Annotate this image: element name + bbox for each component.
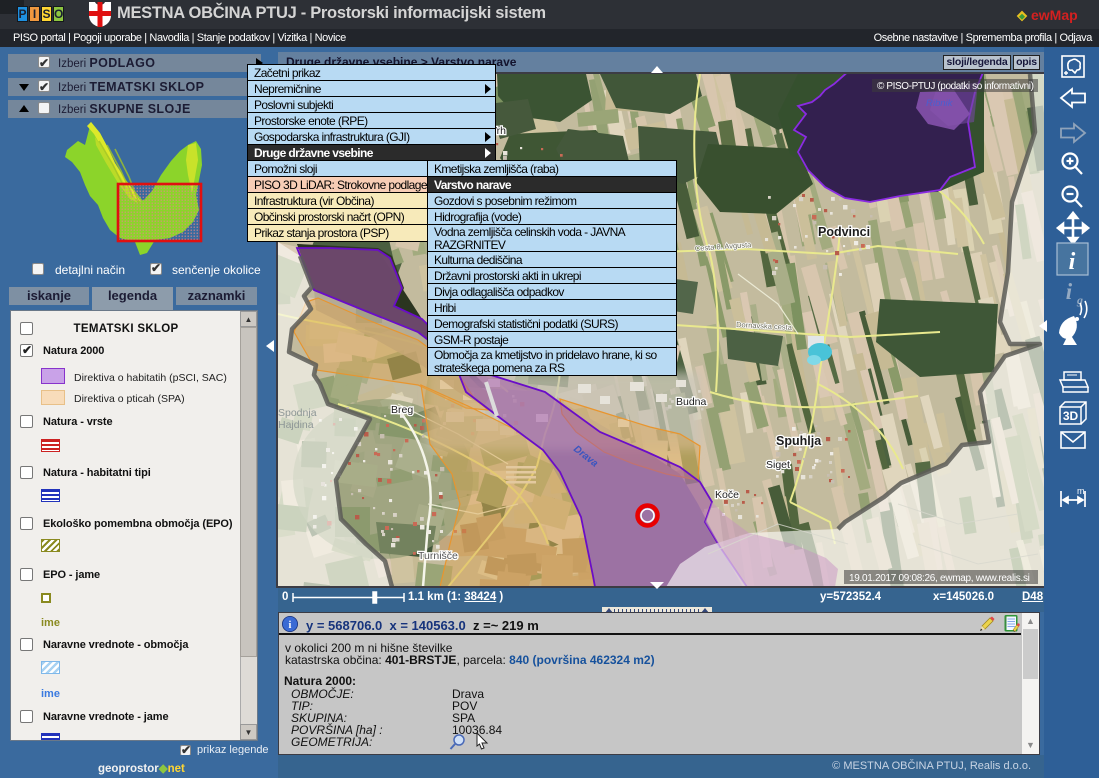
svg-text:Siget: Siget: [766, 459, 790, 471]
svg-text:Hajdina: Hajdina: [278, 419, 314, 431]
svg-text:Turnišče: Turnišče: [418, 550, 458, 562]
svg-text:Koče: Koče: [715, 489, 739, 501]
svg-text:19.01.2017 09:08:26, ewmap, ww: 19.01.2017 09:08:26, ewmap, www.realis.s…: [849, 573, 1030, 584]
svg-text:3D: 3D: [1063, 409, 1079, 423]
svg-text:Budna: Budna: [676, 396, 707, 408]
svg-text:g: g: [1076, 293, 1083, 307]
svg-text:i: i: [1066, 279, 1073, 304]
svg-text:i: i: [1069, 249, 1076, 275]
svg-text:Podvinci: Podvinci: [818, 225, 870, 239]
svg-text:Ribnik: Ribnik: [926, 98, 954, 109]
svg-text:m: m: [1077, 486, 1085, 496]
svg-text:i: i: [289, 620, 292, 631]
svg-text:Spodnja: Spodnja: [278, 407, 317, 419]
svg-text:© PISO-PTUJ (podatki so inform: © PISO-PTUJ (podatki so informativni): [877, 81, 1034, 92]
svg-text:Breg: Breg: [391, 404, 413, 416]
svg-text:Spuhlja: Spuhlja: [776, 434, 822, 448]
